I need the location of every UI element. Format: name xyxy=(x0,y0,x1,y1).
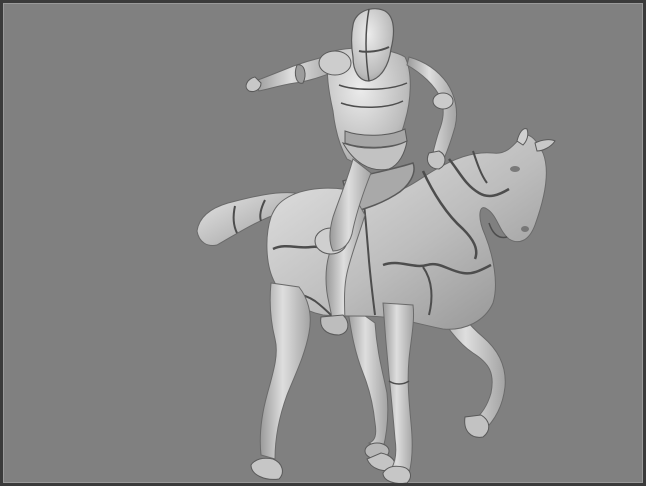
horse-body xyxy=(266,128,556,330)
render-viewport[interactable] xyxy=(0,0,646,486)
model-render xyxy=(196,8,556,483)
horse-near-hind-leg xyxy=(250,282,311,480)
